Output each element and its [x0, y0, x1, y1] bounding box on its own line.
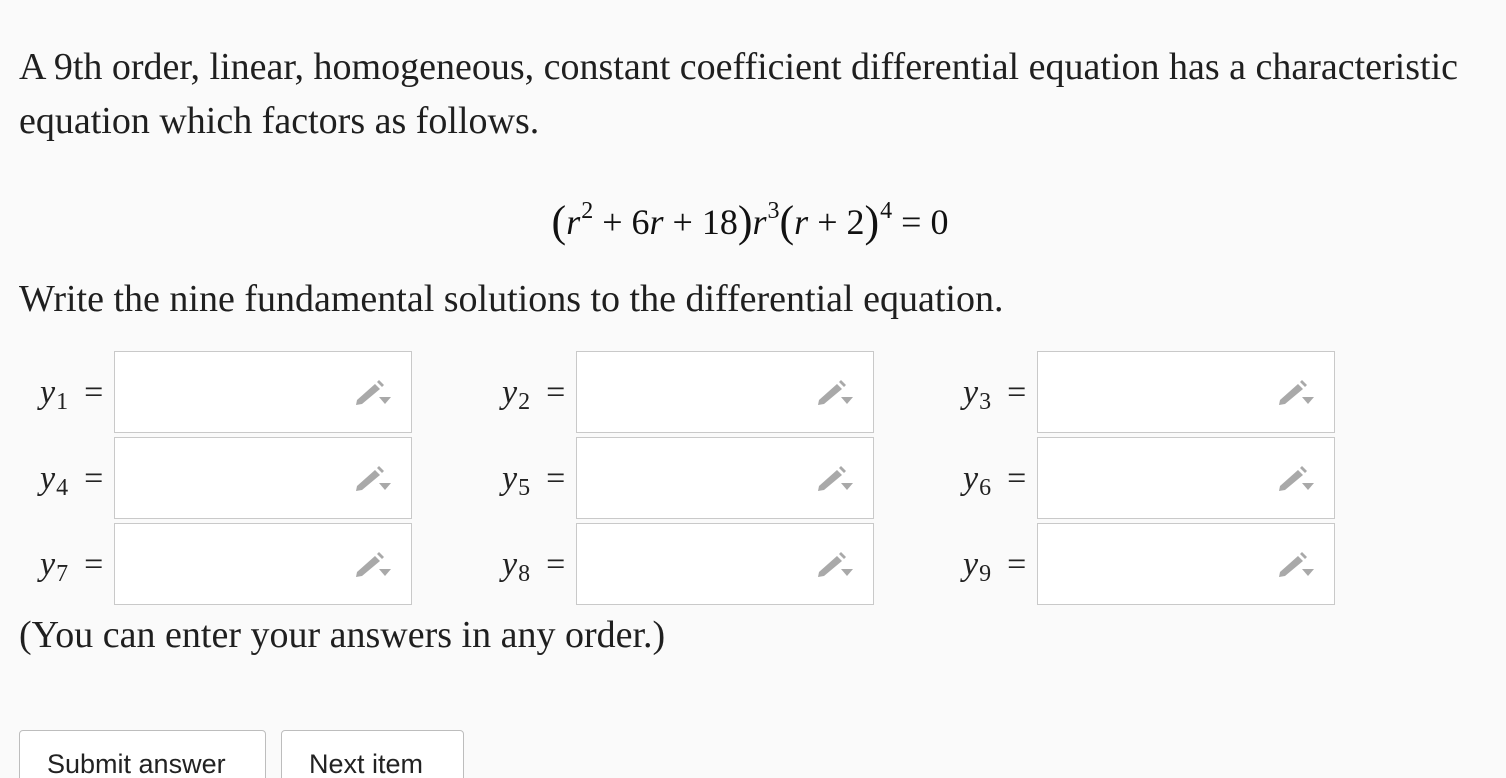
pencil-dropdown-icon[interactable]: [1276, 464, 1316, 494]
answer-row: y1 = y2 = y3 =: [0, 351, 1506, 435]
pencil-dropdown-icon[interactable]: [1276, 550, 1316, 580]
answer-label-y8: y8 =: [502, 546, 566, 587]
answer-input-y9[interactable]: [1037, 523, 1335, 605]
pencil-dropdown-icon[interactable]: [1276, 378, 1316, 408]
submit-answer-button[interactable]: Submit answer: [19, 730, 266, 778]
pencil-dropdown-icon[interactable]: [353, 378, 393, 408]
instruction-text: Write the nine fundamental solutions to …: [19, 278, 1004, 320]
characteristic-equation: (r2 + 6r + 18)r3(r + 2)4 = 0: [551, 197, 949, 246]
answer-input-y5[interactable]: [576, 437, 874, 519]
answer-label-y5: y5 =: [502, 460, 566, 501]
answer-input-y7[interactable]: [114, 523, 412, 605]
answer-label-y2: y2 =: [502, 374, 566, 415]
pencil-dropdown-icon[interactable]: [353, 464, 393, 494]
pencil-dropdown-icon[interactable]: [815, 378, 855, 408]
answer-label-y1: y1 =: [40, 374, 104, 415]
answer-row: y7 = y8 = y9 =: [0, 523, 1506, 607]
answer-input-y3[interactable]: [1037, 351, 1335, 433]
answer-label-y9: y9 =: [963, 546, 1027, 587]
answer-row: y4 = y5 = y6 =: [0, 437, 1506, 521]
answer-input-y2[interactable]: [576, 351, 874, 433]
answer-input-y4[interactable]: [114, 437, 412, 519]
answer-label-y7: y7 =: [40, 546, 104, 587]
answer-input-y6[interactable]: [1037, 437, 1335, 519]
answer-input-y8[interactable]: [576, 523, 874, 605]
question-prompt: A 9th order, linear, homogeneous, consta…: [19, 46, 1459, 142]
answer-label-y6: y6 =: [963, 460, 1027, 501]
answer-input-y1[interactable]: [114, 351, 412, 433]
answer-label-y4: y4 =: [40, 460, 104, 501]
pencil-dropdown-icon[interactable]: [353, 550, 393, 580]
next-item-button[interactable]: Next item: [281, 730, 464, 778]
pencil-dropdown-icon[interactable]: [815, 464, 855, 494]
order-footnote: (You can enter your answers in any order…: [19, 614, 666, 656]
pencil-dropdown-icon[interactable]: [815, 550, 855, 580]
answer-label-y3: y3 =: [963, 374, 1027, 415]
